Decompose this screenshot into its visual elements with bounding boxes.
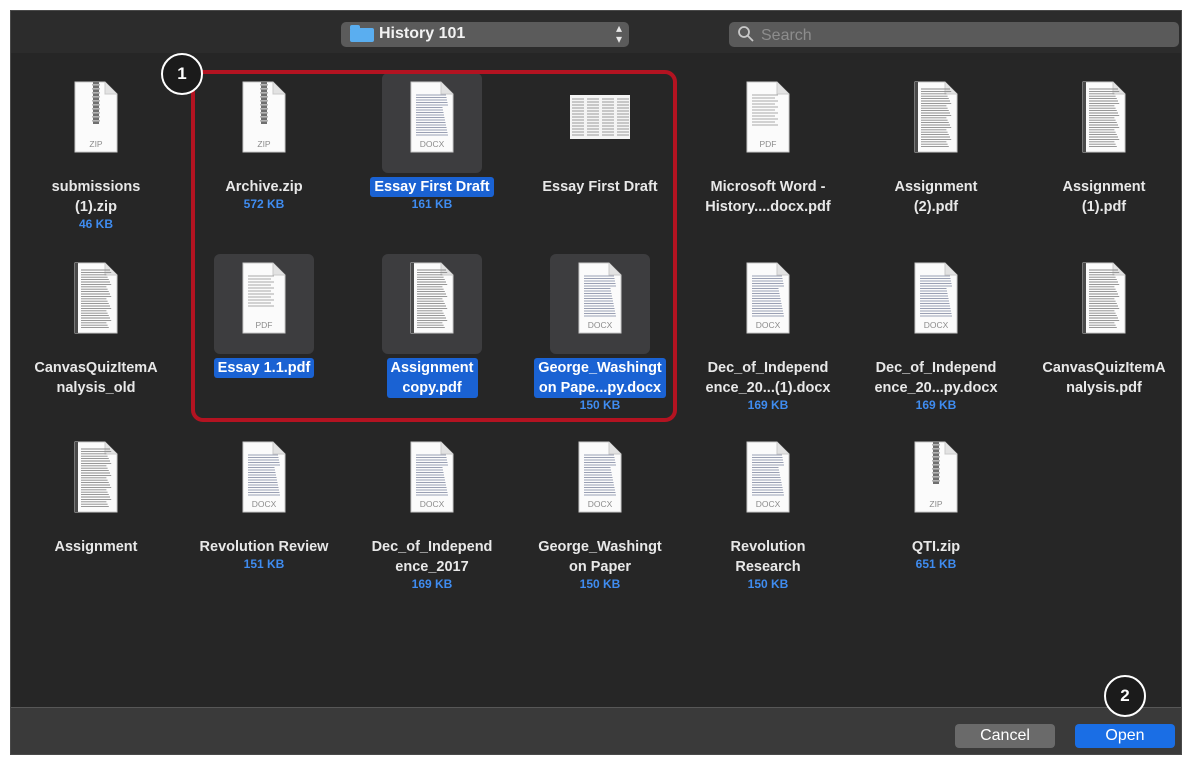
docx-file-icon: DOCX [242, 441, 286, 513]
file-name: Microsoft Word - History....docx.pdf [683, 177, 853, 217]
file-thumbnail: DOCX [382, 433, 482, 533]
file-open-dialog: History 101 ▴▾ ZIP submissions(1).zip 46 K… [10, 10, 1182, 755]
file-name: Assignment (1).pdf [1019, 177, 1181, 217]
document-thumbnail-icon [914, 81, 958, 153]
search-icon [738, 26, 754, 42]
pdf-file-icon: PDF [746, 81, 790, 153]
docx-file-icon: DOCX [410, 441, 454, 513]
step-badge-1: 1 [161, 53, 203, 95]
zip-file-icon: ZIP [914, 441, 958, 513]
file-name: Dec_of_Independ ence_20...(1).docx 169 KB [683, 358, 853, 413]
search-input[interactable] [759, 25, 1163, 47]
docx-file-icon: DOCX [746, 262, 790, 334]
docx-file-icon: DOCX [914, 262, 958, 334]
file-name: CanvasQuizItemA nalysis.pdf [1019, 358, 1181, 398]
file-thumbnail: ZIP [46, 73, 146, 173]
file-size: 46 KB [78, 217, 113, 231]
zip-file-icon: ZIP [74, 81, 118, 153]
file-thumbnail [46, 254, 146, 354]
file-name-text: Assignment [54, 539, 138, 555]
file-name: QTI.zip 651 KB [851, 537, 1021, 572]
file-name-text: Dec_of_Independ ence_20...(1).docx [705, 360, 831, 396]
file-size: 169 KB [747, 398, 789, 412]
step-badge-2: 2 [1104, 675, 1146, 717]
selection-highlight-box [191, 70, 677, 422]
file-thumbnail: DOCX [718, 433, 818, 533]
file-name-text: submissions (1).zip [51, 179, 141, 215]
file-name: CanvasQuizItemA nalysis_old [11, 358, 181, 398]
file-name-text: Revolution Research [730, 539, 806, 575]
file-name: George_Washingt on Paper 150 KB [515, 537, 685, 592]
bottom-bar: Cancel Open [11, 707, 1181, 754]
svg-text:DOCX: DOCX [756, 499, 781, 509]
docx-file-icon: DOCX [746, 441, 790, 513]
open-button[interactable]: Open [1075, 724, 1175, 748]
file-thumbnail [886, 73, 986, 173]
file-thumbnail: DOCX [550, 433, 650, 533]
location-popup[interactable]: History 101 ▴ ▾ [341, 22, 629, 47]
file-name-text: QTI.zip [911, 539, 961, 555]
file-size: 169 KB [411, 577, 453, 591]
svg-text:DOCX: DOCX [252, 499, 277, 509]
folder-icon [350, 25, 374, 42]
file-size: 151 KB [243, 557, 285, 571]
chevron-updown-icon: ▴ ▾ [615, 21, 622, 46]
toolbar: History 101 ▴ ▾ [11, 11, 1181, 53]
file-name-text: Revolution Review [199, 539, 329, 555]
search-field[interactable] [729, 22, 1179, 47]
svg-text:ZIP: ZIP [929, 499, 943, 509]
document-thumbnail-icon [1082, 262, 1126, 334]
file-thumbnail: PDF [718, 73, 818, 173]
svg-text:DOCX: DOCX [756, 320, 781, 330]
file-name: Revolution Research 150 KB [683, 537, 853, 592]
file-name-text: Dec_of_Independ ence_20...py.docx [874, 360, 998, 396]
file-name-text: CanvasQuizItemA nalysis_old [34, 360, 158, 396]
file-name-text: Assignment (2).pdf [894, 179, 978, 215]
document-thumbnail-icon [1082, 81, 1126, 153]
svg-text:PDF: PDF [760, 139, 777, 149]
svg-text:ZIP: ZIP [89, 139, 103, 149]
document-thumbnail-icon [74, 441, 118, 513]
file-name-text: CanvasQuizItemA nalysis.pdf [1042, 360, 1166, 396]
file-name: submissions (1).zip 46 KB [11, 177, 181, 232]
document-thumbnail-icon [74, 262, 118, 334]
file-thumbnail: DOCX [886, 254, 986, 354]
svg-text:DOCX: DOCX [924, 320, 949, 330]
file-name-text: Microsoft Word - History....docx.pdf [705, 179, 831, 215]
file-name: Revolution Review 151 KB [179, 537, 349, 572]
file-thumbnail: ZIP [886, 433, 986, 533]
svg-text:DOCX: DOCX [420, 499, 445, 509]
file-name: Dec_of_Independ ence_20...py.docx 169 KB [851, 358, 1021, 413]
file-thumbnail: DOCX [718, 254, 818, 354]
cancel-button[interactable]: Cancel [955, 724, 1055, 748]
file-thumbnail [1054, 73, 1154, 173]
docx-file-icon: DOCX [578, 441, 622, 513]
file-name: Dec_of_Independ ence_2017 169 KB [347, 537, 517, 592]
file-name-text: Assignment (1).pdf [1062, 179, 1146, 215]
file-thumbnail: DOCX [214, 433, 314, 533]
file-size: 150 KB [747, 577, 789, 591]
file-size: 651 KB [915, 557, 957, 571]
file-name: Assignment [11, 537, 181, 557]
file-thumbnail [46, 433, 146, 533]
file-name-text: George_Washingt on Paper [538, 539, 662, 575]
file-thumbnail [1054, 254, 1154, 354]
file-size: 150 KB [579, 577, 621, 591]
file-name-text: Dec_of_Independ ence_2017 [371, 539, 493, 575]
file-name: Assignment (2).pdf [851, 177, 1021, 217]
location-label: History 101 [379, 25, 466, 42]
file-size: 169 KB [915, 398, 957, 412]
svg-text:DOCX: DOCX [588, 499, 613, 509]
